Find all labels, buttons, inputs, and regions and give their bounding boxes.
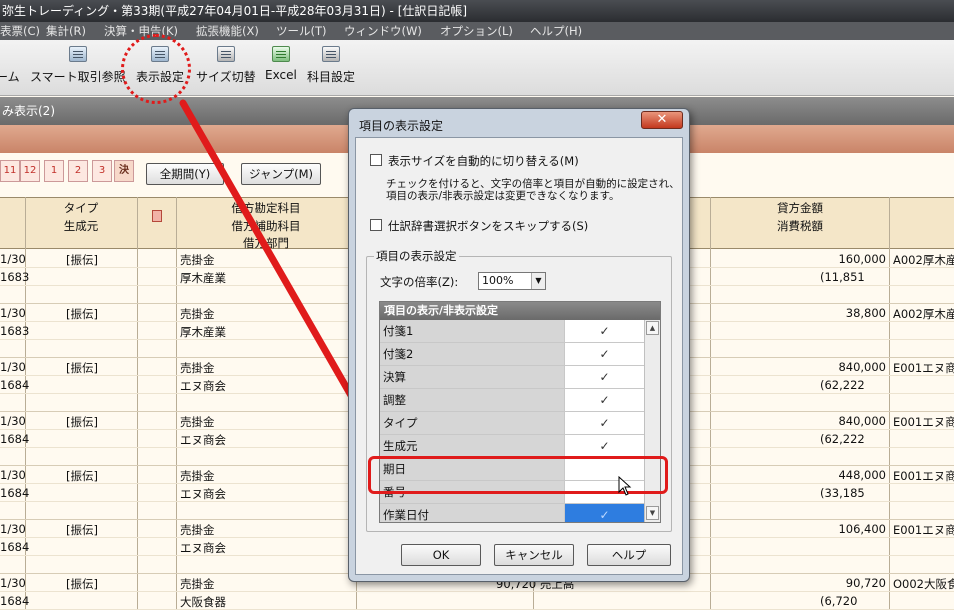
list-header: 項目の表示/非表示設定 [380, 302, 660, 320]
list-item-name: 付箋1 [380, 320, 564, 342]
list-item-check[interactable]: ✓ [564, 412, 644, 434]
auto-size-note-2: 項目の表示/非表示設定は変更できなくなります。 [386, 190, 620, 202]
list-item-name: 生成元 [380, 435, 564, 457]
list-item-check[interactable]: ✓ [564, 366, 644, 388]
list-item-check[interactable]: ✓ [564, 343, 644, 365]
list-item[interactable]: 生成元 ✓ [380, 435, 644, 458]
scroll-up-icon[interactable]: ▲ [646, 321, 659, 335]
list-item-check[interactable]: ✓ [564, 504, 644, 522]
cancel-button[interactable]: キャンセル [494, 544, 574, 566]
list-item-name: 付箋2 [380, 343, 564, 365]
display-settings-dialog: 項目の表示設定 ✕ 表示サイズを自動的に切り替える(M) チェックを付けると、文… [348, 108, 690, 582]
list-item-name: 作業日付 [380, 504, 564, 522]
list-item[interactable]: 決算 ✓ [380, 366, 644, 389]
scroll-down-icon[interactable]: ▼ [646, 506, 659, 520]
help-button[interactable]: ヘルプ [587, 544, 671, 566]
list-item[interactable]: タイプ ✓ [380, 412, 644, 435]
zoom-select[interactable]: 100% ▼ [478, 272, 546, 290]
skip-dictionary-label: 仕訳辞書選択ボタンをスキップする(S) [388, 219, 589, 233]
list-item[interactable]: 調整 ✓ [380, 389, 644, 412]
list-item[interactable]: 作業日付 ✓ [380, 504, 644, 522]
list-item-check[interactable]: ✓ [564, 435, 644, 457]
list-item[interactable]: 付箋1 ✓ [380, 320, 644, 343]
list-item-check[interactable]: ✓ [564, 320, 644, 342]
auto-size-checkbox[interactable] [370, 154, 382, 166]
chevron-down-icon: ▼ [531, 273, 545, 289]
list-item[interactable]: 付箋2 ✓ [380, 343, 644, 366]
zoom-label: 文字の倍率(Z): [380, 275, 459, 289]
close-icon: ✕ [656, 112, 668, 127]
auto-size-label: 表示サイズを自動的に切り替える(M) [388, 154, 579, 168]
list-item-check[interactable]: ✓ [564, 389, 644, 411]
close-button[interactable]: ✕ [641, 111, 683, 129]
item-settings-group-label: 項目の表示設定 [374, 248, 459, 264]
list-item-name: タイプ [380, 412, 564, 434]
dialog-title: 項目の表示設定 [359, 119, 444, 133]
zoom-value: 100% [482, 274, 514, 287]
list-item-name: 決算 [380, 366, 564, 388]
skip-dictionary-checkbox[interactable] [370, 219, 382, 231]
list-item-name: 調整 [380, 389, 564, 411]
mouse-cursor-icon [618, 476, 632, 496]
ok-button[interactable]: OK [401, 544, 481, 566]
